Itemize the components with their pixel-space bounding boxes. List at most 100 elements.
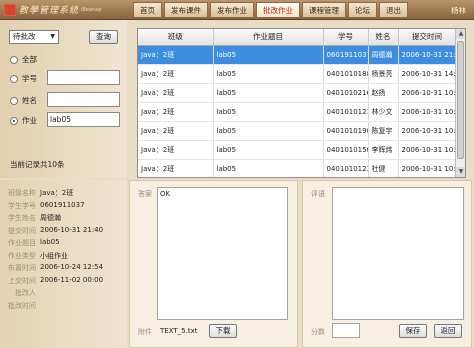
table-row[interactable]: Java：2班lab050401010216赵扬2006-10-31 10:19 bbox=[138, 83, 457, 103]
column-header[interactable]: 班级 bbox=[138, 29, 214, 46]
radio-name[interactable] bbox=[10, 96, 18, 105]
detail-row: 布置时间 2006-10-24 12:54 bbox=[0, 263, 103, 273]
table-cell: 2006-10-31 10:03 bbox=[398, 140, 457, 160]
status-select[interactable]: 待批改 ▼ bbox=[9, 30, 59, 44]
score-label: 分数 bbox=[311, 328, 325, 336]
radio-student-id[interactable] bbox=[10, 74, 18, 83]
detail-row: 提交时间 2006-10-31 21:40 bbox=[0, 226, 103, 236]
table-row[interactable]: Java：2班lab050401010121林少文2006-10-31 10:1… bbox=[138, 102, 457, 122]
table-cell: 0401010190 bbox=[323, 121, 369, 141]
assignment-input[interactable]: lab05 bbox=[47, 112, 120, 127]
detail-label: 提交时间 bbox=[8, 226, 36, 235]
table-cell: 2006-10-31 10:02 bbox=[398, 159, 457, 177]
detail-value: 0601911037 bbox=[40, 200, 85, 209]
nav-item[interactable]: 发布作业 bbox=[210, 2, 254, 18]
radio-all[interactable] bbox=[10, 55, 18, 64]
table-cell: lab05 bbox=[213, 159, 324, 177]
nav-item[interactable]: 发布课件 bbox=[164, 2, 208, 18]
score-input[interactable] bbox=[332, 323, 360, 338]
column-header[interactable]: 提交时间 bbox=[398, 29, 457, 46]
scroll-thumb[interactable] bbox=[457, 41, 464, 159]
main-nav: 首页 发布课件 发布作业 批改作业 课程管理 论坛 退出 bbox=[133, 2, 410, 18]
detail-row: 批改时间 bbox=[0, 301, 40, 311]
detail-value: Java：2班 bbox=[40, 189, 74, 197]
table-row[interactable]: Java：2班lab050601911037周德瀚2006-10-31 21:4… bbox=[138, 45, 457, 65]
nav-item[interactable]: 退出 bbox=[379, 2, 408, 18]
search-button[interactable]: 查询 bbox=[89, 30, 118, 44]
table-cell: lab05 bbox=[213, 45, 324, 65]
table-cell: lab05 bbox=[213, 121, 324, 141]
table-row[interactable]: Java：2班lab050401010150李辉炜2006-10-31 10:0… bbox=[138, 140, 457, 160]
filter-option-label: 全部 bbox=[22, 55, 37, 64]
detail-row: 批改人 bbox=[0, 288, 40, 298]
table-cell: 赵扬 bbox=[368, 83, 399, 103]
column-header[interactable]: 学号 bbox=[323, 29, 369, 46]
detail-value: 周德瀚 bbox=[40, 214, 61, 222]
table-cell: 0401010188 bbox=[323, 64, 369, 84]
table-cell: 0401010150 bbox=[323, 140, 369, 160]
table-cell: 0601911037 bbox=[323, 45, 369, 65]
student-id-input[interactable] bbox=[47, 70, 120, 85]
answer-panel: 答案 OK 附件 TEXT_5.txt 下载 bbox=[129, 180, 298, 348]
detail-label: 作业类型 bbox=[8, 251, 36, 260]
download-button[interactable]: 下载 bbox=[209, 324, 237, 338]
filter-option-assignment[interactable]: 作业 bbox=[10, 115, 37, 126]
chevron-down-icon: ▼ bbox=[50, 33, 55, 40]
table-cell: lab05 bbox=[213, 102, 324, 122]
nav-item[interactable]: 批改作业 bbox=[256, 2, 300, 18]
detail-label: 布置时间 bbox=[8, 264, 36, 272]
table-cell: 周德瀚 bbox=[368, 45, 399, 65]
attachment-link[interactable]: TEXT_5.txt bbox=[160, 327, 197, 335]
filter-option-student-id[interactable]: 学号 bbox=[10, 73, 37, 84]
filter-option-all[interactable]: 全部 bbox=[10, 54, 37, 65]
detail-label: 批改人 bbox=[15, 289, 36, 297]
detail-value: lab05 bbox=[40, 238, 60, 246]
review-panel: 评语 分数 保存 返回 bbox=[302, 180, 472, 348]
radio-assignment[interactable] bbox=[10, 116, 18, 125]
table-cell: Java：2班 bbox=[138, 159, 214, 177]
detail-label: 批改时间 bbox=[8, 301, 36, 310]
record-count: 当前记录共10条 bbox=[10, 160, 65, 169]
app-subtitle: iBeanap bbox=[81, 6, 102, 13]
table-row[interactable]: Java：2班lab050401010123杜健2006-10-31 10:02 bbox=[138, 159, 457, 177]
detail-label: 作业题目 bbox=[8, 239, 36, 247]
table-cell: lab05 bbox=[213, 64, 324, 84]
detail-row: 学生姓名 周德瀚 bbox=[0, 213, 61, 223]
table-row[interactable]: Java：2班lab050401010188杨景亮2006-10-31 14:5… bbox=[138, 64, 457, 84]
table-cell: Java：2班 bbox=[138, 64, 214, 84]
status-select-value: 待批改 bbox=[13, 32, 36, 41]
app-logo: 教學管理系統 iBeanap bbox=[4, 3, 101, 16]
nav-item[interactable]: 首页 bbox=[133, 2, 162, 18]
column-header[interactable]: 姓名 bbox=[368, 29, 399, 46]
top-header: 教學管理系統 iBeanap 首页 发布课件 发布作业 批改作业 课程管理 论坛 退出 杨林 bbox=[0, 0, 474, 20]
table-scrollbar[interactable]: ▲ ▼ bbox=[455, 29, 465, 177]
detail-value: 2006-10-24 12:54 bbox=[40, 263, 104, 271]
table-cell: 2006-10-31 10:19 bbox=[398, 83, 457, 103]
name-input[interactable] bbox=[47, 92, 120, 107]
back-button[interactable]: 返回 bbox=[434, 324, 462, 338]
detail-value: 小组作业 bbox=[40, 251, 68, 260]
table-cell: 0401010121 bbox=[323, 102, 369, 122]
answer-label: 答案 bbox=[138, 190, 152, 198]
table-cell: Java：2班 bbox=[138, 102, 214, 122]
nav-item[interactable]: 论坛 bbox=[348, 2, 377, 18]
column-header[interactable]: 作业题目 bbox=[213, 29, 324, 46]
filter-option-name[interactable]: 姓名 bbox=[10, 95, 37, 106]
table-row[interactable]: Java：2班lab050401010190陈复宇2006-10-31 10:0… bbox=[138, 121, 457, 141]
detail-label: 学生姓名 bbox=[8, 214, 36, 222]
table-cell: 2006-10-31 14:52 bbox=[398, 64, 457, 84]
filter-panel: 待批改 ▼ 查询 全部 学号 姓名 作业 lab05 当前记录共10条 bbox=[0, 20, 127, 178]
scroll-up-icon[interactable]: ▲ bbox=[456, 29, 465, 39]
table-cell: 2006-10-31 10:14 bbox=[398, 102, 457, 122]
scroll-down-icon[interactable]: ▼ bbox=[456, 167, 465, 177]
table-cell: Java：2班 bbox=[138, 45, 214, 65]
detail-value: 2006-10-31 21:40 bbox=[40, 225, 104, 234]
table-cell: 杨景亮 bbox=[368, 64, 399, 84]
table-cell: lab05 bbox=[213, 83, 324, 103]
table-cell: Java：2班 bbox=[138, 140, 214, 160]
nav-item[interactable]: 课程管理 bbox=[302, 2, 346, 18]
detail-row: 班级名称 Java：2班 bbox=[0, 188, 73, 198]
save-button[interactable]: 保存 bbox=[399, 324, 427, 338]
detail-label: 班级名称 bbox=[8, 189, 36, 197]
review-textarea[interactable] bbox=[332, 187, 464, 320]
